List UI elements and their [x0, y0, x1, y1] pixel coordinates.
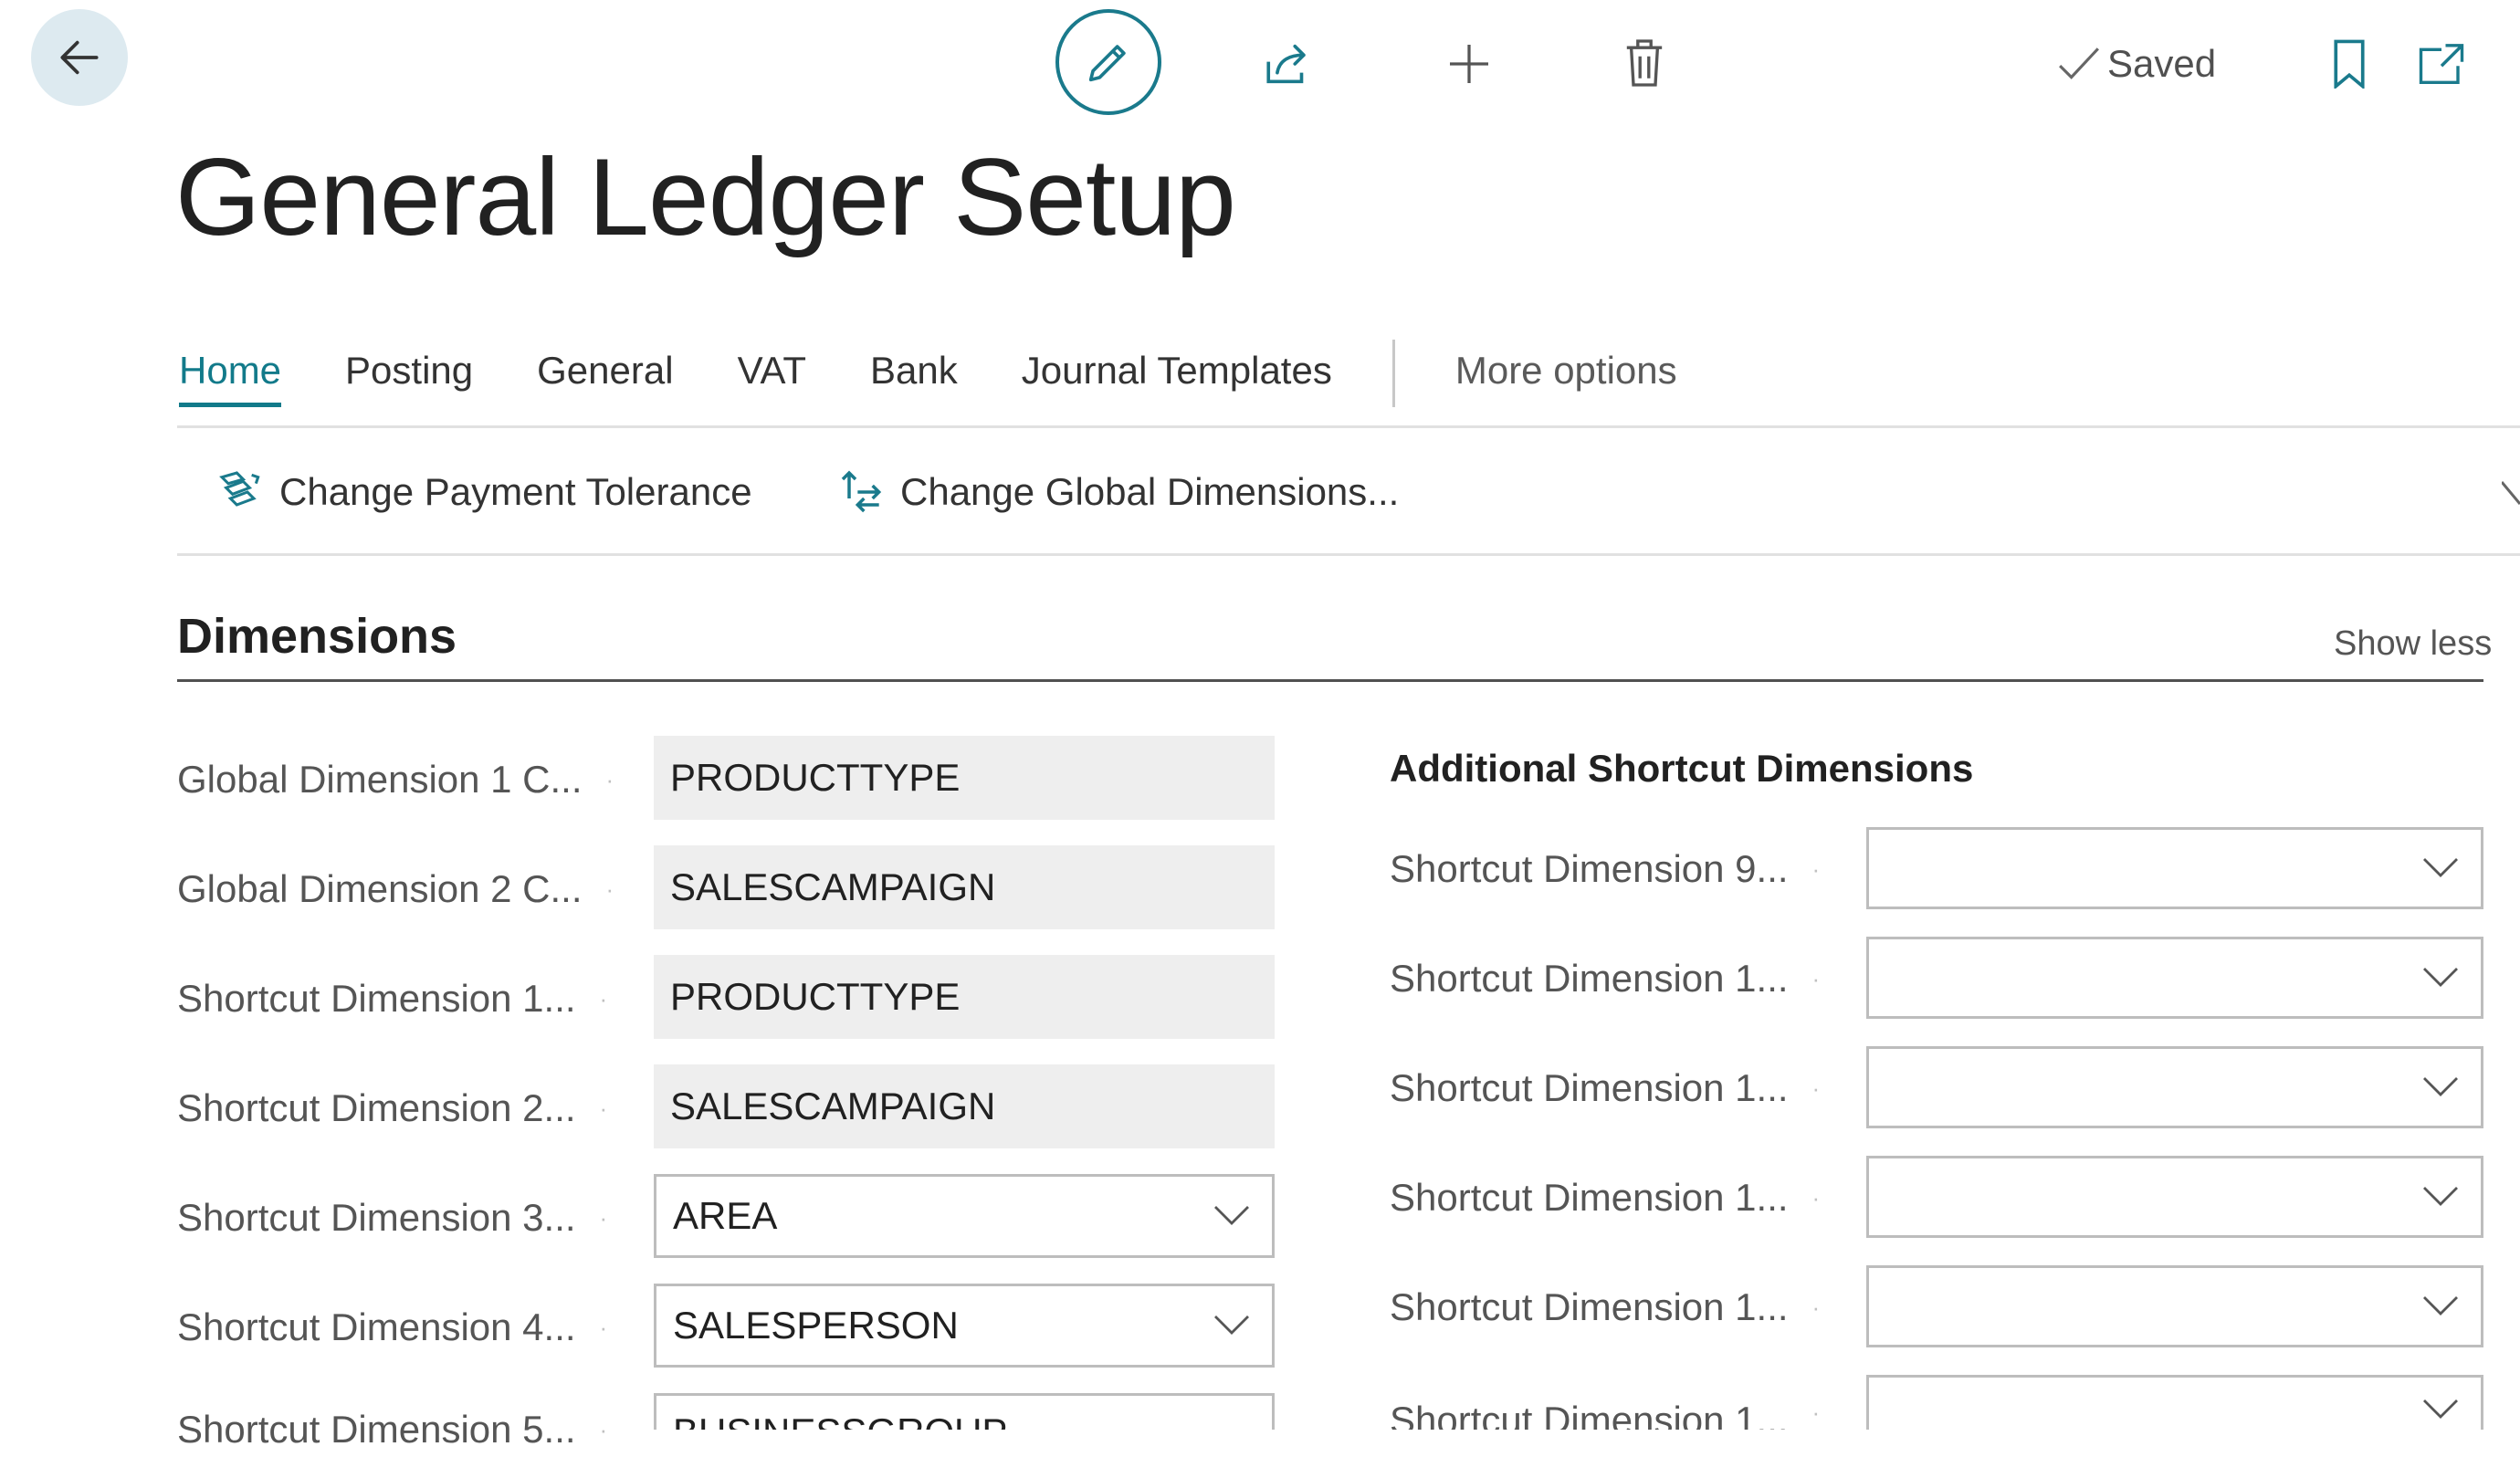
back-button[interactable] — [31, 9, 128, 106]
shortcut-dimension-13-dropdown[interactable] — [1866, 1265, 2483, 1347]
field-label-shortcut-dim-2: Shortcut Dimension 2... · — [177, 1086, 608, 1129]
saved-label: Saved — [2107, 42, 2217, 85]
new-button[interactable] — [1437, 37, 1501, 91]
chevron-down-icon — [1214, 1315, 1249, 1335]
tab-general[interactable]: General — [537, 349, 673, 398]
dropdown-value: AREA — [673, 1194, 778, 1237]
additional-shortcut-dimensions-heading: Additional Shortcut Dimensions — [1390, 747, 1974, 790]
tab-vat[interactable]: VAT — [738, 349, 806, 398]
label-text: Shortcut Dimension 5... — [177, 1408, 576, 1451]
checkmark-icon — [2059, 47, 2099, 79]
saved-status: Saved — [2056, 37, 2216, 91]
payment-tolerance-icon — [219, 471, 260, 507]
dropdown-value: SALESPERSON — [673, 1304, 959, 1347]
pencil-icon — [1088, 45, 1126, 82]
open-new-window-icon — [2419, 44, 2464, 84]
edit-button[interactable] — [1055, 9, 1161, 115]
share-button[interactable] — [1256, 37, 1320, 91]
dropdown-value: BUSINESSGROUP — [673, 1410, 1007, 1430]
label-text: Shortcut Dimension 1... — [177, 977, 576, 1020]
more-options-button[interactable]: More options — [1455, 349, 1677, 398]
tab-bank[interactable]: Bank — [870, 349, 958, 398]
global-dimension-2-field: SALESCAMPAIGN — [654, 845, 1275, 929]
section-title-dimensions: Dimensions — [177, 609, 457, 664]
page-title: General Ledger Setup — [175, 136, 1236, 258]
label-text: Shortcut Dimension 3... — [177, 1196, 576, 1239]
shortcut-dimension-11-dropdown[interactable] — [1866, 1046, 2483, 1128]
chevron-down-icon — [2423, 1187, 2458, 1206]
tab-divider — [1391, 340, 1395, 407]
actions-divider — [177, 553, 2520, 556]
label-text: Shortcut Dimension 2... — [177, 1086, 576, 1129]
shortcut-dimension-12-dropdown[interactable] — [1866, 1156, 2483, 1238]
field-label-global-dim-1: Global Dimension 1 C... · — [177, 758, 614, 801]
swap-dimensions-icon — [841, 470, 882, 513]
label-text: Shortcut Dimension 1... — [1390, 1399, 1789, 1430]
change-global-dimensions-label: Change Global Dimensions... — [900, 470, 1400, 513]
shortcut-dimension-3-dropdown[interactable]: AREA — [654, 1174, 1275, 1258]
change-payment-tolerance-action[interactable]: Change Payment Tolerance — [215, 460, 752, 524]
tab-posting[interactable]: Posting — [345, 349, 473, 398]
field-label-shortcut-dim-4: Shortcut Dimension 4... · — [177, 1305, 608, 1348]
field-label-shortcut-dim-5: Shortcut Dimension 5... · — [177, 1408, 608, 1451]
label-text: Shortcut Dimension 1... — [1390, 1176, 1789, 1219]
shortcut-dimension-14-dropdown[interactable] — [1866, 1375, 2483, 1430]
collapse-actions-button[interactable] — [2500, 475, 2520, 516]
field-label-shortcut-dim-1: Shortcut Dimension 1... · — [177, 977, 608, 1020]
show-less-link[interactable]: Show less — [2334, 624, 2492, 664]
chevron-down-icon — [2423, 1399, 2458, 1420]
chevron-down-icon — [2423, 1077, 2458, 1096]
shortcut-dimension-4-dropdown[interactable]: SALESPERSON — [654, 1284, 1275, 1368]
action-tabs: Home Posting General VAT Bank Journal Te… — [179, 340, 1741, 407]
field-label-global-dim-2: Global Dimension 2 C... · — [177, 867, 614, 910]
section-divider — [177, 679, 2483, 682]
chevron-down-icon — [2423, 1296, 2458, 1315]
open-in-new-window-button[interactable] — [2414, 37, 2469, 91]
change-payment-tolerance-label: Change Payment Tolerance — [279, 470, 752, 513]
field-label-shortcut-dim-13: Shortcut Dimension 1... · — [1390, 1285, 1821, 1328]
tab-home[interactable]: Home — [179, 349, 282, 407]
back-arrow-icon — [60, 40, 99, 75]
chevron-down-icon — [2423, 858, 2458, 877]
label-text: Shortcut Dimension 4... — [177, 1305, 576, 1348]
bookmark-icon — [2334, 39, 2365, 89]
change-global-dimensions-action[interactable]: Change Global Dimensions... — [836, 460, 1399, 524]
label-text: Global Dimension 1 C... — [177, 758, 583, 801]
field-label-shortcut-dim-12: Shortcut Dimension 1... · — [1390, 1176, 1821, 1219]
plus-icon — [1450, 45, 1488, 83]
label-text: Global Dimension 2 C... — [177, 867, 583, 910]
chevron-down-icon — [1214, 1206, 1249, 1225]
shortcut-dimension-1-field: PRODUCTTYPE — [654, 955, 1275, 1039]
label-text: Shortcut Dimension 1... — [1390, 1285, 1789, 1328]
share-icon — [1266, 44, 1306, 84]
shortcut-dimension-2-field: SALESCAMPAIGN — [654, 1064, 1275, 1148]
label-text: Shortcut Dimension 9... — [1390, 847, 1789, 890]
bookmark-button[interactable] — [2326, 37, 2372, 91]
shortcut-dimension-9-dropdown[interactable] — [1866, 827, 2483, 909]
chevron-down-icon — [2423, 968, 2458, 987]
shortcut-dimension-5-dropdown[interactable]: BUSINESSGROUP — [654, 1393, 1275, 1430]
trash-icon — [1626, 39, 1663, 87]
label-text: Shortcut Dimension 1... — [1390, 957, 1789, 1000]
field-label-shortcut-dim-3: Shortcut Dimension 3... · — [177, 1196, 608, 1239]
field-label-shortcut-dim-9: Shortcut Dimension 9... · — [1390, 847, 1821, 890]
field-label-shortcut-dim-11: Shortcut Dimension 1... · — [1390, 1066, 1821, 1109]
close-icon — [2500, 481, 2520, 505]
tabs-divider — [177, 425, 2520, 428]
label-text: Shortcut Dimension 1... — [1390, 1066, 1789, 1109]
field-label-shortcut-dim-10: Shortcut Dimension 1... · — [1390, 957, 1821, 1000]
delete-button[interactable] — [1614, 33, 1675, 93]
global-dimension-1-field: PRODUCTTYPE — [654, 736, 1275, 820]
field-label-shortcut-dim-14: Shortcut Dimension 1... · — [1390, 1389, 1820, 1430]
tab-journal-templates[interactable]: Journal Templates — [1022, 349, 1332, 398]
shortcut-dimension-10-dropdown[interactable] — [1866, 937, 2483, 1019]
